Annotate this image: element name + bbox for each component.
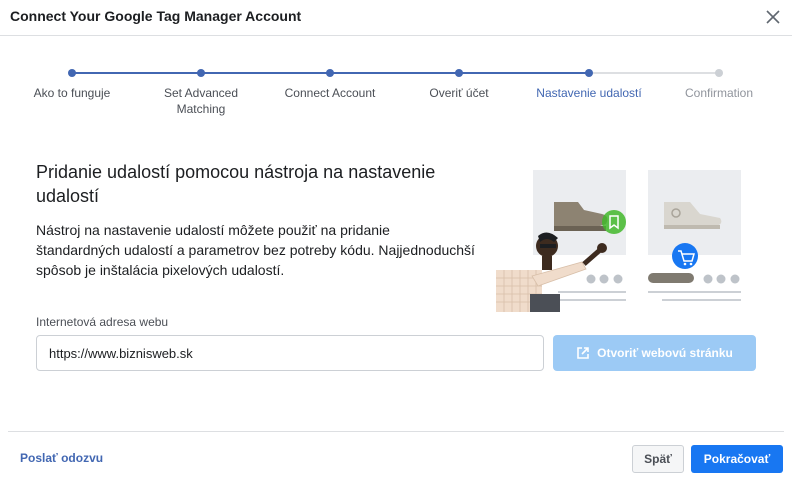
step-dot	[197, 69, 205, 77]
section-heading: Pridanie udalostí pomocou nástroja na na…	[36, 162, 436, 206]
send-feedback-link[interactable]: Poslať odozvu	[20, 451, 103, 465]
dialog: Connect Your Google Tag Manager Account …	[0, 0, 792, 480]
dialog-header: Connect Your Google Tag Manager Account	[0, 0, 792, 36]
close-button[interactable]	[762, 6, 784, 28]
website-url-input[interactable]	[36, 335, 544, 371]
step-label: Nastavenie udalostí	[536, 86, 642, 100]
external-link-icon	[577, 347, 589, 359]
open-website-label: Otvoriť webovú stránku	[597, 346, 733, 360]
open-website-button[interactable]: Otvoriť webovú stránku	[553, 335, 756, 371]
step-label: Overiť účet	[429, 86, 489, 100]
dialog-footer: Poslať odozvu Späť Pokračovať	[8, 431, 784, 480]
progress-stepper: Ako to funguje Set Advanced Matching Con…	[0, 60, 792, 120]
step-advanced-matching: Set Advanced Matching	[146, 60, 256, 117]
website-url-label: Internetová adresa webu	[36, 315, 169, 329]
back-button[interactable]: Späť	[632, 445, 684, 473]
step-dot	[68, 69, 76, 77]
section-description: Nástroj na nastavenie udalostí môžete po…	[36, 222, 475, 278]
step-connect-account: Connect Account	[275, 60, 385, 101]
step-dot	[326, 69, 334, 77]
step-dot	[715, 69, 723, 77]
step-confirmation: Confirmation	[664, 60, 774, 101]
step-verify-account: Overiť účet	[404, 60, 514, 101]
dialog-title: Connect Your Google Tag Manager Account	[10, 8, 302, 24]
step-label: Connect Account	[284, 86, 376, 100]
continue-button[interactable]: Pokračovať	[691, 445, 783, 473]
step-label: Confirmation	[684, 86, 754, 100]
event-setup-illustration	[496, 170, 741, 312]
close-icon	[766, 10, 780, 24]
step-label: Ako to funguje	[33, 86, 111, 100]
step-dot	[585, 69, 593, 77]
step-how-it-works: Ako to funguje	[17, 60, 127, 101]
step-event-setup: Nastavenie udalostí	[524, 60, 654, 101]
step-label: Set Advanced Matching	[163, 86, 239, 116]
step-dot	[455, 69, 463, 77]
bookmark-icon	[602, 210, 626, 234]
